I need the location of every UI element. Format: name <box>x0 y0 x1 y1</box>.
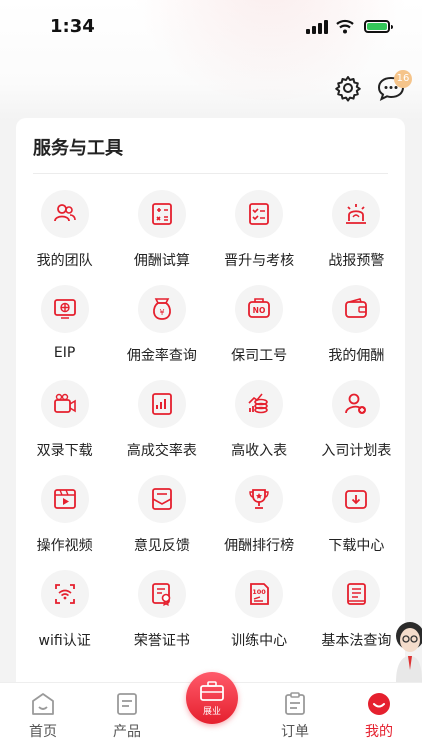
video-player-icon <box>40 475 89 523</box>
score-paper-icon: 100 <box>235 570 284 618</box>
service-item-label: 训练中心 <box>231 633 288 649</box>
service-item-label: 高收入表 <box>231 443 288 459</box>
service-item-label: 荣誉证书 <box>133 633 190 649</box>
mascot-avatar[interactable] <box>388 612 422 682</box>
tab-home-label: 首页 <box>29 724 57 740</box>
svg-text:100: 100 <box>252 588 266 596</box>
tab-product[interactable]: 产品 <box>92 683 162 751</box>
divider <box>33 173 388 174</box>
money-bag-icon: ¥ <box>137 285 186 333</box>
service-item-label: 高成交率表 <box>126 443 197 459</box>
tab-home[interactable]: 首页 <box>8 683 78 751</box>
service-item-label: 晋升与考核 <box>224 253 295 269</box>
service-item-wallet[interactable]: 我的佣酬 <box>308 285 405 380</box>
service-item-money-bag[interactable]: ¥ 佣金率查询 <box>113 285 210 380</box>
signal-icon <box>306 20 328 34</box>
coins-chart-icon <box>235 380 284 428</box>
service-item-label: 保司工号 <box>231 348 288 364</box>
service-item-label: 意见反馈 <box>133 538 190 554</box>
no-badge-icon: NO <box>235 285 284 333</box>
briefcase-icon <box>200 681 224 701</box>
service-item-wifi-scan[interactable]: wifi认证 <box>16 570 113 665</box>
svg-text:¥: ¥ <box>159 308 164 317</box>
service-item-certificate[interactable]: 荣誉证书 <box>113 570 210 665</box>
checklist-icon <box>235 190 284 238</box>
wifi-icon <box>336 19 354 34</box>
service-item-download-folder[interactable]: 下载中心 <box>308 475 405 570</box>
home-icon <box>32 693 54 715</box>
feedback-mail-icon <box>137 475 186 523</box>
bar-chart-icon <box>137 380 186 428</box>
service-item-feedback-mail[interactable]: 意见反馈 <box>113 475 210 570</box>
service-item-score-paper[interactable]: 100 训练中心 <box>211 570 308 665</box>
certificate-icon <box>137 570 186 618</box>
service-item-label: wifi认证 <box>38 633 91 649</box>
svg-text:NO: NO <box>253 306 266 315</box>
tab-product-label: 产品 <box>113 724 141 740</box>
service-item-checklist[interactable]: 晋升与考核 <box>211 190 308 285</box>
service-item-label: 佣酬排行榜 <box>224 538 295 554</box>
product-icon <box>117 693 137 715</box>
center-action-button[interactable]: 展业 <box>186 672 238 724</box>
tab-mine-label: 我的 <box>365 724 393 740</box>
center-action-label: 展业 <box>202 707 221 717</box>
tab-mine[interactable]: 我的 <box>344 683 414 751</box>
service-item-label: EIP <box>53 345 76 361</box>
service-item-video-player[interactable]: 操作视频 <box>16 475 113 570</box>
trophy-icon <box>235 475 284 523</box>
service-item-label: 操作视频 <box>36 538 93 554</box>
service-item-label: 我的佣酬 <box>328 348 385 364</box>
service-item-label: 入司计划表 <box>321 443 392 459</box>
gear-icon[interactable] <box>334 74 362 102</box>
service-item-team[interactable]: 我的团队 <box>16 190 113 285</box>
services-card: 服务与工具 我的团队 佣酬试算 晋升与考核 战报预警 EIP ¥ 佣金率查询 NO 保司工号 我的… <box>16 118 405 718</box>
tab-orders[interactable]: 订单 <box>260 683 330 751</box>
service-item-user-add[interactable]: 入司计划表 <box>308 380 405 475</box>
service-item-label: 下载中心 <box>328 538 385 554</box>
service-item-coins-chart[interactable]: 高收入表 <box>211 380 308 475</box>
battery-icon <box>364 20 393 33</box>
book-icon <box>332 570 381 618</box>
tab-orders-label: 订单 <box>281 724 309 740</box>
user-add-icon <box>332 380 381 428</box>
section-title: 服务与工具 <box>33 138 123 159</box>
service-item-label: 双录下载 <box>36 443 93 459</box>
download-folder-icon <box>332 475 381 523</box>
service-item-trophy[interactable]: 佣酬排行榜 <box>211 475 308 570</box>
alarm-light-icon <box>332 190 381 238</box>
calculator-icon <box>137 190 186 238</box>
status-time: 1:34 <box>50 16 95 37</box>
services-grid: 我的团队 佣酬试算 晋升与考核 战报预警 EIP ¥ 佣金率查询 NO 保司工号 我的佣酬双录下载… <box>16 190 405 665</box>
message-badge: 16 <box>394 70 412 88</box>
service-item-monitor-globe[interactable]: EIP <box>16 285 113 380</box>
status-bar: 1:34 <box>0 0 422 56</box>
service-item-bar-chart[interactable]: 高成交率表 <box>113 380 210 475</box>
orders-icon <box>285 692 305 715</box>
service-item-alarm-light[interactable]: 战报预警 <box>308 190 405 285</box>
monitor-globe-icon <box>40 285 89 333</box>
service-item-no-badge[interactable]: NO 保司工号 <box>211 285 308 380</box>
service-item-calculator[interactable]: 佣酬试算 <box>113 190 210 285</box>
video-camera-icon <box>40 380 89 428</box>
wifi-scan-icon <box>40 570 89 618</box>
service-item-label: 佣金率查询 <box>126 348 197 364</box>
service-item-label: 战报预警 <box>328 253 385 269</box>
service-item-video-camera[interactable]: 双录下载 <box>16 380 113 475</box>
service-item-label: 佣酬试算 <box>133 253 190 269</box>
service-item-label: 我的团队 <box>36 253 93 269</box>
wallet-icon <box>332 285 381 333</box>
team-icon <box>40 190 89 238</box>
mine-icon <box>368 693 390 715</box>
